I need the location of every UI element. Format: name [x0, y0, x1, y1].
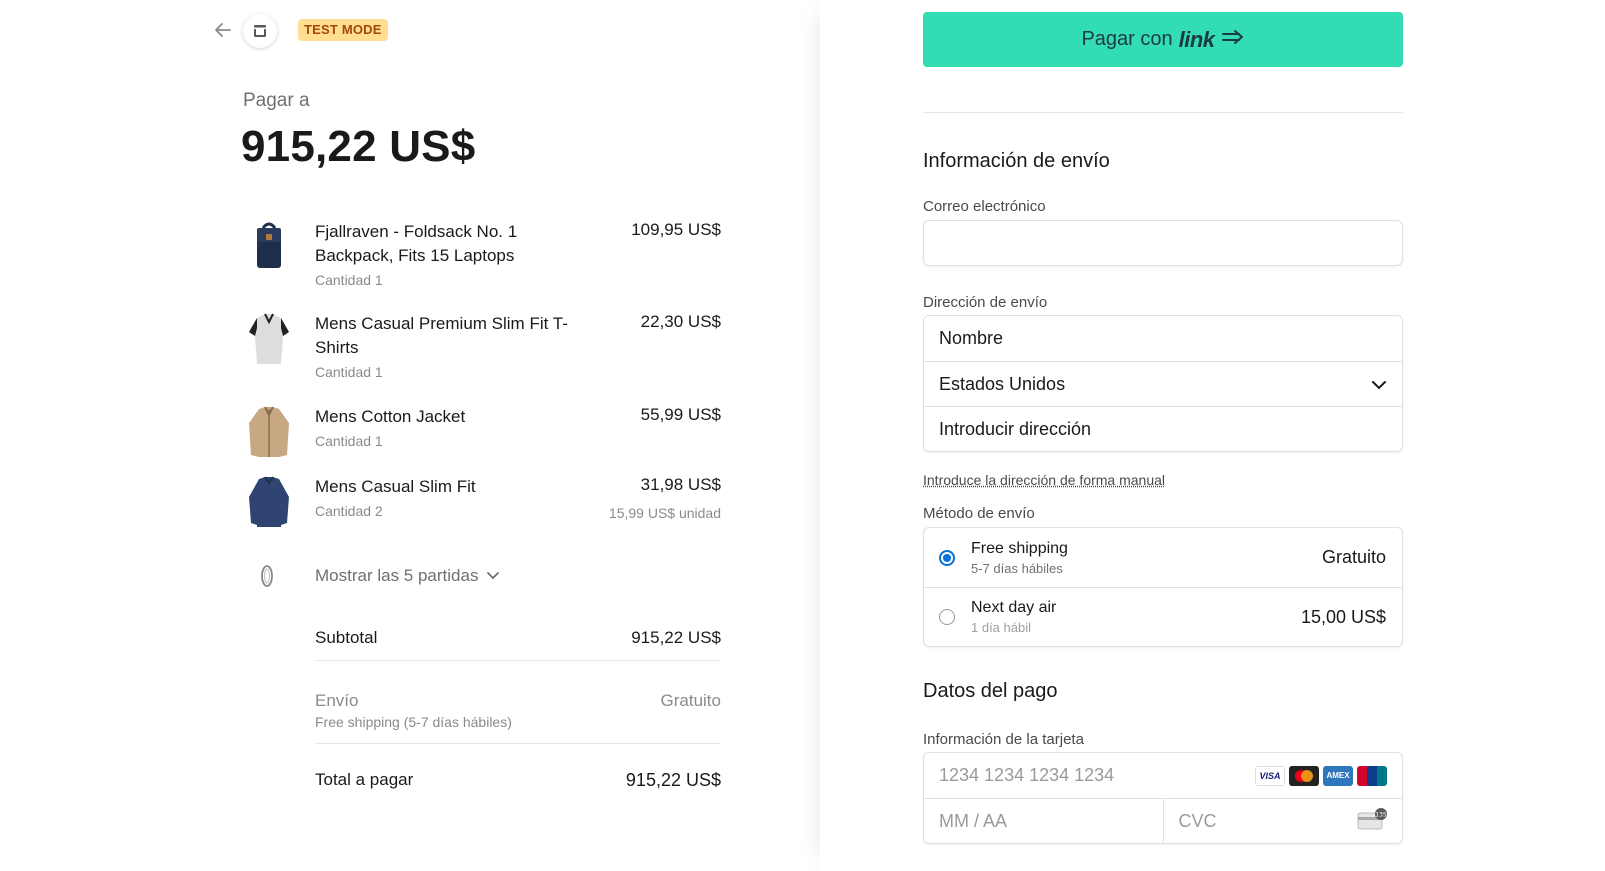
total-row: Total a pagar 915,22 US$: [315, 770, 721, 791]
visa-icon: VISA: [1255, 765, 1285, 786]
subtotal-row: Subtotal 915,22 US$: [315, 628, 721, 660]
email-label: Correo electrónico: [923, 198, 1046, 215]
item-name: Mens Casual Premium Slim Fit T-Shirts: [315, 314, 568, 357]
sweater-thumbnail: [243, 475, 295, 531]
unionpay-icon: [1357, 765, 1387, 786]
item-quantity: Cantidad 2: [315, 503, 383, 519]
divider: [923, 112, 1403, 113]
item-price: 55,99 US$: [640, 405, 721, 424]
line-item: Fjallraven - Foldsack No. 1 Backpack, Fi…: [243, 220, 721, 312]
total-label: Total a pagar: [315, 770, 414, 789]
item-price: 31,98 US$: [640, 475, 721, 494]
shipping-row: Envío Free shipping (5-7 días hábiles) G…: [315, 691, 721, 743]
card-info-label: Información de la tarjeta: [923, 731, 1084, 748]
total-amount: 915,22 US$: [241, 122, 476, 171]
back-arrow-icon[interactable]: [213, 20, 233, 40]
backpack-thumbnail: [243, 220, 295, 276]
link-logo: link: [1178, 26, 1215, 52]
tshirt-thumbnail: [243, 312, 295, 368]
shipping-option-free[interactable]: Free shipping 5-7 días hábiles Gratuito: [924, 528, 1402, 587]
cvc-input[interactable]: CVC 135: [1162, 799, 1403, 843]
shipping-option-eta: 5-7 días hábiles: [971, 560, 1063, 576]
item-quantity: Cantidad 1: [315, 364, 383, 380]
card-number-placeholder: 1234 1234 1234 1234: [939, 765, 1115, 785]
cvc-card-icon: 135: [1357, 807, 1387, 835]
manual-address-link[interactable]: Introduce la dirección de forma manual: [923, 472, 1165, 488]
email-field[interactable]: [923, 220, 1403, 266]
ring-icon: [258, 562, 276, 593]
email-input[interactable]: [924, 221, 1402, 266]
line-items-list: Fjallraven - Foldsack No. 1 Backpack, Fi…: [243, 220, 721, 535]
test-mode-badge: TEST MODE: [298, 19, 388, 41]
address-input[interactable]: Introducir dirección: [924, 406, 1402, 451]
line-item: Mens Cotton Jacket Cantidad 1 55,99 US$: [243, 405, 721, 475]
subtotal-label: Subtotal: [315, 628, 378, 647]
shipping-label: Envío: [315, 691, 359, 710]
shipping-option-price: Gratuito: [1321, 547, 1386, 567]
checkout-form-panel: Pagar con link Información de envío Corr…: [820, 0, 1605, 871]
shipping-option-next-day[interactable]: Next day air 1 día hábil 15,00 US$: [924, 587, 1402, 646]
item-name: Fjallraven - Foldsack No. 1 Backpack, Fi…: [315, 222, 518, 265]
show-all-items-button[interactable]: Mostrar las 5 partidas: [315, 566, 500, 586]
svg-text:135: 135: [1375, 811, 1387, 818]
shipping-method-note: Free shipping (5-7 días hábiles): [315, 714, 512, 730]
expiry-input[interactable]: MM / AA: [924, 799, 1163, 843]
item-quantity: Cantidad 1: [315, 272, 383, 288]
item-unit-price: 15,99 US$ unidad: [608, 505, 721, 521]
name-input[interactable]: Nombre: [924, 316, 1402, 361]
card-brands: VISA AMEX: [1255, 765, 1387, 786]
pay-to-label: Pagar a: [243, 90, 310, 111]
shipping-info-title: Información de envío: [923, 150, 1110, 172]
total-value: 915,22 US$: [625, 770, 721, 790]
radio-unselected-icon[interactable]: [939, 609, 955, 625]
shipping-option-price: 15,00 US$: [1300, 606, 1386, 627]
line-item: Mens Casual Slim Fit Cantidad 2 31,98 US…: [243, 475, 721, 535]
address-field-group: Nombre Estados Unidos Introducir direcci…: [923, 315, 1403, 452]
shipping-method-label: Método de envío: [923, 505, 1035, 522]
order-summary-panel: TEST MODE Pagar a 915,22 US$ Fjallraven …: [0, 0, 820, 871]
jacket-thumbnail: [243, 405, 295, 461]
pay-with-link-label: Pagar con: [1081, 28, 1173, 50]
country-select[interactable]: Estados Unidos: [924, 361, 1402, 406]
card-field-group: 1234 1234 1234 1234 VISA AMEX MM / AA CV…: [923, 752, 1403, 844]
shipping-value: Gratuito: [660, 691, 721, 710]
card-number-input[interactable]: 1234 1234 1234 1234 VISA AMEX: [924, 753, 1402, 798]
chevron-down-icon: [486, 566, 500, 586]
mastercard-icon: [1289, 765, 1319, 786]
store-icon: [243, 14, 277, 48]
shipping-option-name: Free shipping: [971, 539, 1068, 557]
cvc-placeholder: CVC: [1178, 810, 1217, 831]
item-price: 22,30 US$: [640, 312, 721, 331]
chevron-down-icon: [1371, 374, 1387, 395]
amex-icon: AMEX: [1323, 765, 1353, 786]
item-quantity: Cantidad 1: [315, 433, 383, 449]
shipping-option-name: Next day air: [971, 599, 1057, 616]
pay-with-link-button[interactable]: Pagar con link: [923, 12, 1403, 67]
payment-title: Datos del pago: [923, 680, 1058, 702]
subtotal-value: 915,22 US$: [631, 628, 721, 647]
address-label: Dirección de envío: [923, 294, 1048, 311]
item-name: Mens Cotton Jacket: [315, 407, 466, 426]
shipping-method-group: Free shipping 5-7 días hábiles Gratuito …: [923, 527, 1403, 647]
radio-selected-icon[interactable]: [939, 549, 955, 566]
line-item: Mens Casual Premium Slim Fit T-Shirts Ca…: [243, 312, 721, 405]
show-all-items-label: Mostrar las 5 partidas: [315, 566, 479, 585]
arrow-right-icon: [1221, 28, 1245, 51]
item-price: 109,95 US$: [631, 220, 721, 239]
shipping-option-eta: 1 día hábil: [971, 620, 1031, 635]
totals-section: Subtotal 915,22 US$ Envío Free shipping …: [315, 628, 721, 791]
country-value: Estados Unidos: [939, 373, 1066, 394]
item-name: Mens Casual Slim Fit: [315, 477, 476, 496]
